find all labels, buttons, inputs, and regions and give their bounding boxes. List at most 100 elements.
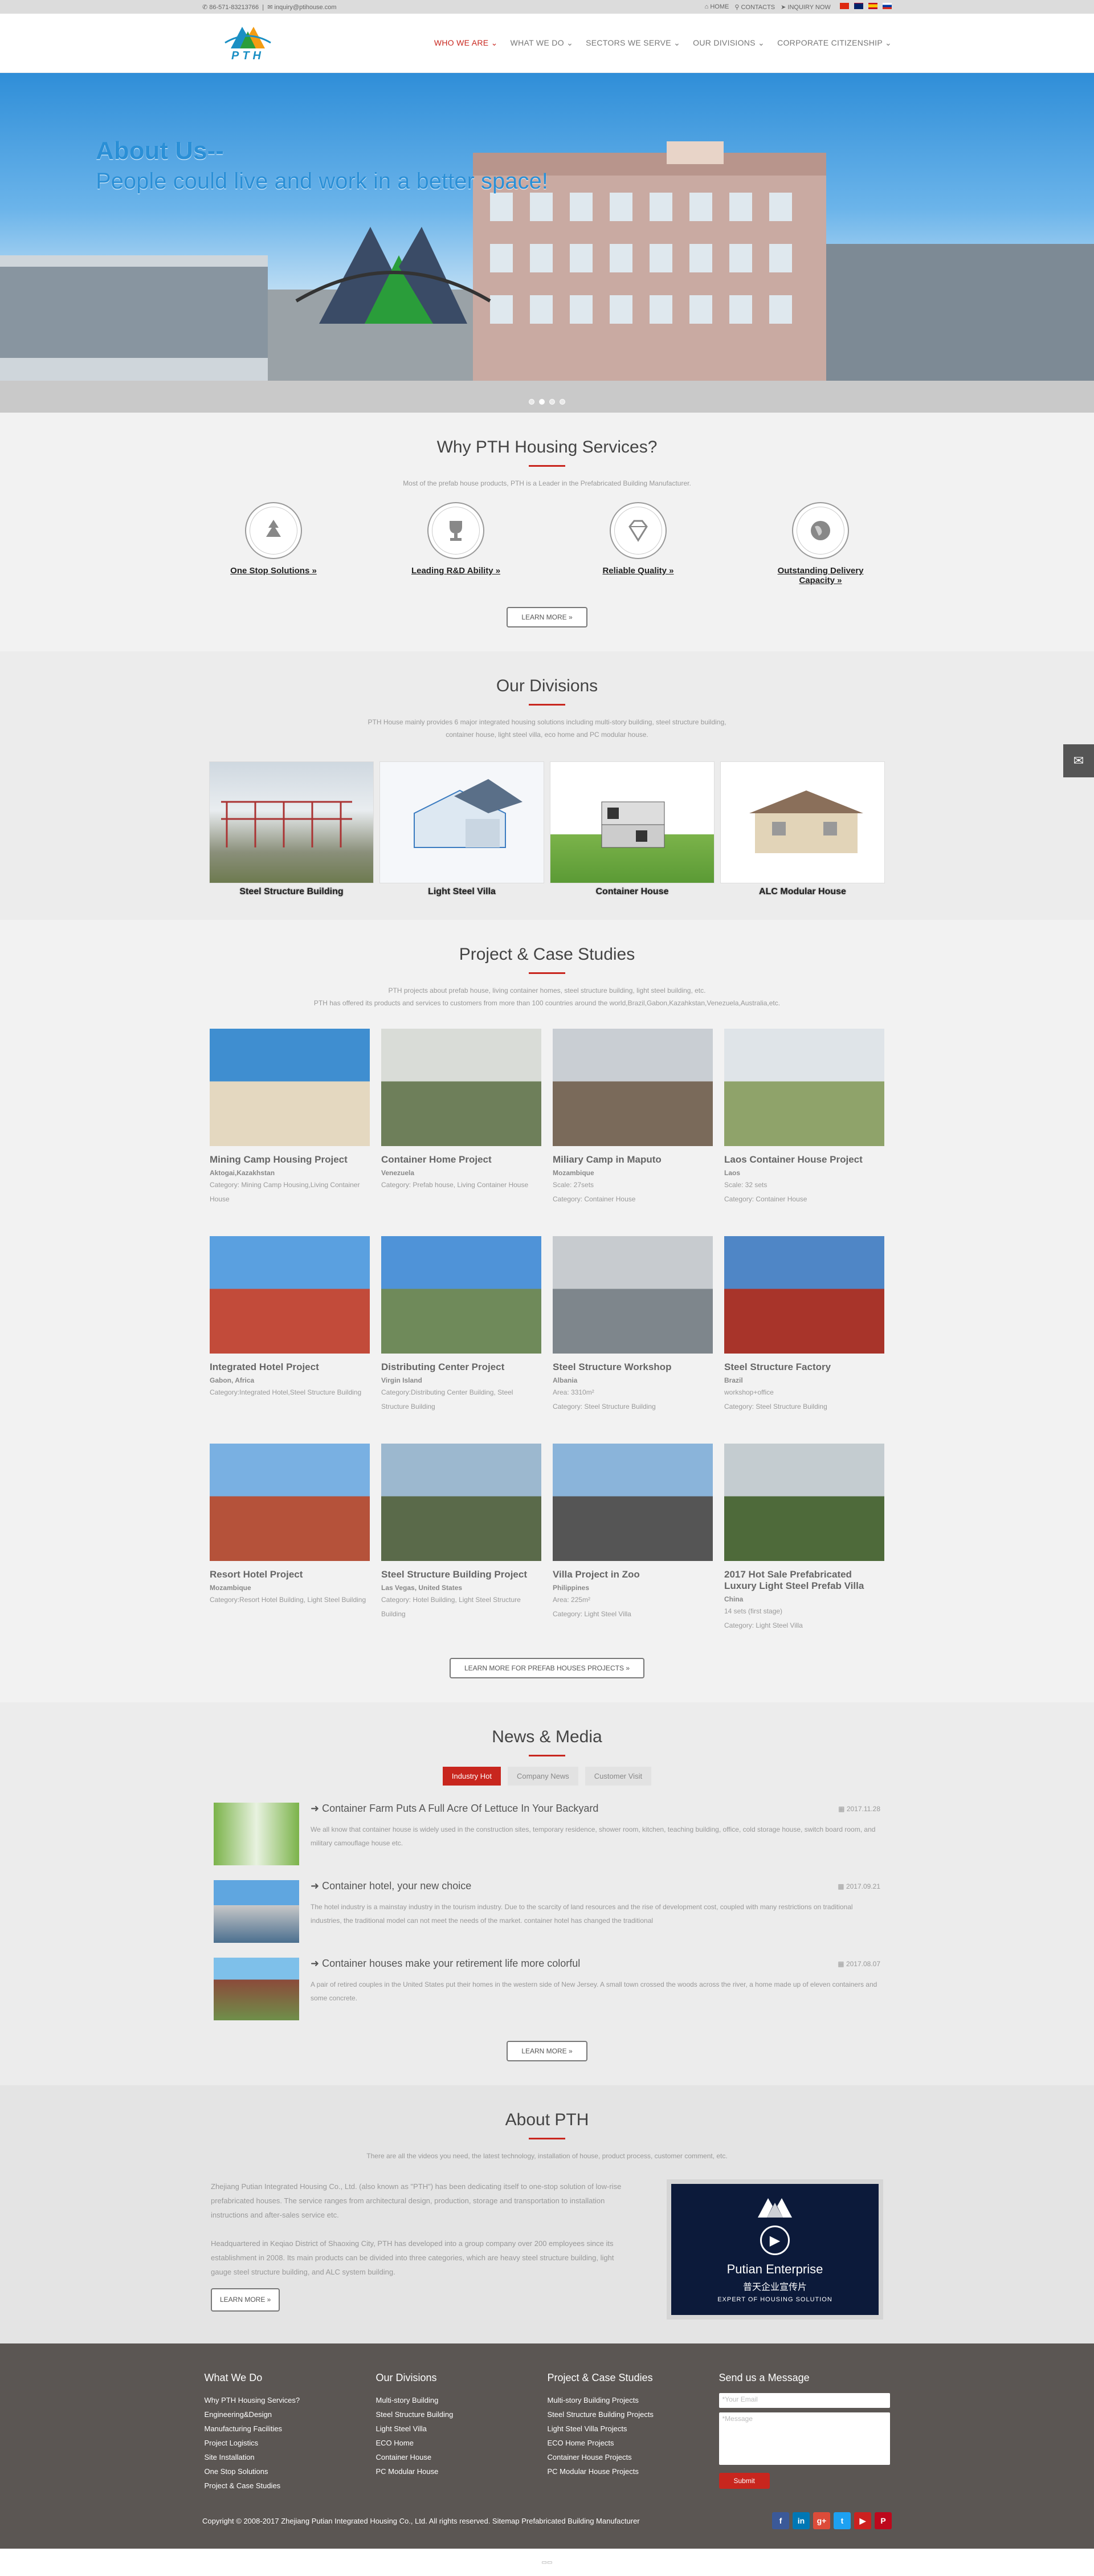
news-link[interactable]: ➜ Container houses make your retirement … <box>311 1958 580 1970</box>
division-card[interactable]: Steel Structure Building <box>209 761 374 897</box>
footer-link[interactable]: Multi-story Building <box>376 2393 508 2407</box>
location-icon: ⚲ <box>734 3 740 11</box>
submit-button[interactable]: Submit <box>719 2473 770 2489</box>
project-name[interactable]: 2017 Hot Sale Prefabricated Luxury Light… <box>724 1569 884 1592</box>
project-name[interactable]: Steel Structure Factory <box>724 1362 884 1373</box>
footer-link[interactable]: Steel Structure Building Projects <box>548 2407 679 2422</box>
project-card[interactable]: Steel Structure Factory Brazil workshop+of… <box>724 1236 884 1414</box>
footer-link[interactable]: Container House Projects <box>548 2450 679 2464</box>
email-field[interactable]: *Your Email <box>719 2393 890 2408</box>
contacts-link[interactable]: ⚲ CONTACTS <box>734 3 775 11</box>
news-item[interactable]: ➜ Container hotel, your new choice ▦ 201… <box>214 1880 880 1943</box>
nav-who-we-are[interactable]: WHO WE ARE ⌄ <box>434 38 498 48</box>
logo[interactable]: PTH <box>219 23 276 63</box>
footer-link[interactable]: Light Steel Villa <box>376 2422 508 2436</box>
footer-link[interactable]: Project & Case Studies <box>205 2479 336 2493</box>
footer-link[interactable]: Site Installation <box>205 2450 336 2464</box>
project-card[interactable]: Integrated Hotel Project Gabon, Africa Cat… <box>210 1236 370 1414</box>
footer-link[interactable]: Multi-story Building Projects <box>548 2393 679 2407</box>
tab-industry-hot[interactable]: Industry Hot <box>442 1767 501 1786</box>
social-icon[interactable]: g+ <box>813 2512 830 2529</box>
footer-link[interactable]: Manufacturing Facilities <box>205 2422 336 2436</box>
carousel-dot[interactable] <box>539 399 545 405</box>
project-card[interactable]: Steel Structure Workshop Albania Area: 331… <box>553 1236 713 1414</box>
social-icon[interactable]: ▶ <box>854 2512 871 2529</box>
tab-customer-visit[interactable]: Customer Visit <box>585 1767 652 1786</box>
project-card[interactable]: 2017 Hot Sale Prefabricated Luxury Light… <box>724 1444 884 1633</box>
project-name[interactable]: Steel Structure Building Project <box>381 1569 541 1580</box>
footer-link[interactable]: One Stop Solutions <box>205 2464 336 2479</box>
footer-link[interactable]: Why PTH Housing Services? <box>205 2393 336 2407</box>
footer-link[interactable]: Project Logistics <box>205 2436 336 2450</box>
nav-label: CORPORATE CITIZENSHIP <box>777 38 883 47</box>
nav-corporate-citizenship[interactable]: CORPORATE CITIZENSHIP ⌄ <box>777 38 892 48</box>
flag-uk-icon[interactable] <box>854 3 863 9</box>
footer-link[interactable]: PC Modular House Projects <box>548 2464 679 2479</box>
flag-spain-icon[interactable] <box>868 3 877 9</box>
news-link[interactable]: ➜ Container hotel, your new choice <box>311 1880 471 1892</box>
video-player[interactable]: ▶ Putian Enterprise 普天企业宣传片 EXPERT OF HO… <box>667 2179 883 2320</box>
division-card[interactable]: Container House <box>550 761 715 897</box>
news-link[interactable]: ➜ Container Farm Puts A Full Acre Of Let… <box>311 1803 598 1815</box>
carousel-dot[interactable] <box>560 399 565 405</box>
flag-russia-icon[interactable] <box>883 3 892 9</box>
news-learn-more-button[interactable]: LEARN MORE » <box>507 2041 587 2061</box>
footer-heading: Send us a Message <box>719 2372 810 2383</box>
footer-link[interactable]: Container House <box>376 2450 508 2464</box>
carousel-dot[interactable] <box>529 399 534 405</box>
project-name[interactable]: Miliary Camp in Maputo <box>553 1154 713 1165</box>
footer-link[interactable]: PC Modular House <box>376 2464 508 2479</box>
project-card[interactable]: Miliary Camp in Maputo Mozambique Scale: 2… <box>553 1029 713 1207</box>
projects-learn-more-button[interactable]: LEARN MORE FOR PREFAB HOUSES PROJECTS » <box>449 1658 645 1678</box>
project-name[interactable]: Villa Project in Zoo <box>553 1569 713 1580</box>
feature-rd[interactable]: Leading R&D Ability » <box>399 502 513 585</box>
project-card[interactable]: Resort Hotel Project Mozambique Category:R… <box>210 1444 370 1633</box>
footer-link[interactable]: Engineering&Design <box>205 2407 336 2422</box>
project-card[interactable]: Laos Container House Project Laos Scale: 3… <box>724 1029 884 1207</box>
division-card[interactable]: ALC Modular House <box>720 761 885 897</box>
news-body: ➜ Container hotel, your new choice ▦ 201… <box>311 1880 880 1943</box>
about-learn-more-button[interactable]: LEARN MORE » <box>211 2288 280 2312</box>
project-card[interactable]: Container Home Project Venezuela Category:… <box>381 1029 541 1207</box>
contact-side-tab[interactable]: ✉ <box>1063 744 1094 777</box>
division-card[interactable]: Light Steel Villa <box>379 761 544 897</box>
project-card[interactable]: Mining Camp Housing Project Aktogai,Kazak… <box>210 1029 370 1207</box>
feature-quality[interactable]: Reliable Quality » <box>581 502 695 585</box>
flag-china-icon[interactable] <box>839 3 849 9</box>
social-icon[interactable]: f <box>772 2512 789 2529</box>
social-icon[interactable]: t <box>834 2512 851 2529</box>
social-icon[interactable]: in <box>793 2512 810 2529</box>
inquiry-link[interactable]: ➤ INQUIRY NOW <box>781 3 831 11</box>
tab-company-news[interactable]: Company News <box>508 1767 578 1786</box>
carousel-dot[interactable] <box>549 399 555 405</box>
project-card[interactable]: Steel Structure Building Project Las Vega… <box>381 1444 541 1633</box>
footer-link[interactable]: ECO Home Projects <box>548 2436 679 2450</box>
feature-delivery[interactable]: Outstanding Delivery Capacity » <box>764 502 877 585</box>
news-item[interactable]: ➜ Container Farm Puts A Full Acre Of Let… <box>214 1803 880 1865</box>
project-card[interactable]: Villa Project in Zoo Philippines Area: 225… <box>553 1444 713 1633</box>
nav-sectors-we-serve[interactable]: SECTORS WE SERVE ⌄ <box>586 38 680 48</box>
home-link[interactable]: ⌂ HOME <box>705 3 729 10</box>
project-name[interactable]: Resort Hotel Project <box>210 1569 370 1580</box>
hero-banner[interactable]: About Us-- People could live and work in… <box>0 73 1094 413</box>
why-learn-more-button[interactable]: LEARN MORE » <box>507 607 587 627</box>
play-icon[interactable]: ▶ <box>760 2226 790 2255</box>
project-name[interactable]: Distributing Center Project <box>381 1362 541 1373</box>
message-field[interactable]: *Message <box>719 2412 890 2465</box>
footer-bottom: Copyright © 2008-2017 Zhejiang Putian In… <box>202 2512 892 2529</box>
footer-link[interactable]: Steel Structure Building <box>376 2407 508 2422</box>
email-link[interactable]: inquiry@ptihouse.com <box>275 4 337 11</box>
news-item[interactable]: ➜ Container houses make your retirement … <box>214 1958 880 2020</box>
footer-link[interactable]: Light Steel Villa Projects <box>548 2422 679 2436</box>
project-card[interactable]: Distributing Center Project Virgin Island… <box>381 1236 541 1414</box>
nav-our-divisions[interactable]: OUR DIVISIONS ⌄ <box>693 38 765 48</box>
project-name[interactable]: Container Home Project <box>381 1154 541 1165</box>
project-name[interactable]: Laos Container House Project <box>724 1154 884 1165</box>
project-name[interactable]: Steel Structure Workshop <box>553 1362 713 1373</box>
footer-link[interactable]: ECO Home <box>376 2436 508 2450</box>
nav-what-we-do[interactable]: WHAT WE DO ⌄ <box>511 38 574 48</box>
project-name[interactable]: Mining Camp Housing Project <box>210 1154 370 1165</box>
feature-one-stop[interactable]: One Stop Solutions » <box>217 502 330 585</box>
project-name[interactable]: Integrated Hotel Project <box>210 1362 370 1373</box>
social-icon[interactable]: P <box>875 2512 892 2529</box>
